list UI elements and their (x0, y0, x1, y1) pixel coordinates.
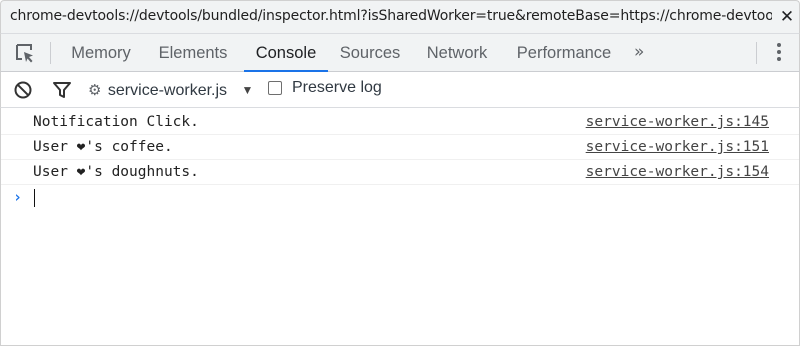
prompt-chevron-icon: › (13, 188, 23, 206)
dropdown-arrow-icon: ▼ (241, 83, 254, 97)
source-link[interactable]: service-worker.js:145 (586, 114, 769, 130)
more-tabs-button[interactable]: » (634, 34, 644, 72)
tabbar-divider (50, 42, 51, 64)
console-message: User ❤'s doughnuts. service-worker.js:15… (1, 160, 799, 185)
tab-memory[interactable]: Memory (60, 34, 142, 72)
clear-console-icon[interactable] (13, 80, 33, 100)
source-link[interactable]: service-worker.js:151 (586, 139, 769, 155)
message-text: Notification Click. (33, 114, 199, 130)
tab-sources[interactable]: Sources (332, 34, 408, 72)
devtools-tabbar: Memory Elements Console Sources Network … (0, 34, 800, 72)
filter-icon[interactable] (52, 80, 72, 100)
tabbar-divider (756, 42, 757, 64)
console-output: Notification Click. service-worker.js:14… (0, 108, 800, 346)
source-link[interactable]: service-worker.js:154 (586, 164, 769, 180)
window-url: chrome-devtools://devtools/bundled/inspe… (10, 8, 772, 24)
tab-elements[interactable]: Elements (148, 34, 238, 72)
message-text: User ❤'s coffee. (33, 139, 173, 155)
console-input[interactable] (34, 189, 35, 207)
window-titlebar: chrome-devtools://devtools/bundled/inspe… (0, 0, 800, 34)
console-message: User ❤'s coffee. service-worker.js:151 (1, 135, 799, 160)
tab-console[interactable]: Console (244, 34, 328, 72)
tab-network[interactable]: Network (415, 34, 499, 72)
message-text: User ❤'s doughnuts. (33, 164, 199, 180)
close-icon[interactable]: ✕ (779, 7, 795, 27)
preserve-log-label[interactable]: Preserve log (292, 78, 382, 98)
gear-icon: ⚙ (88, 82, 102, 99)
context-label: service-worker.js (107, 82, 228, 99)
tab-performance[interactable]: Performance (506, 34, 622, 72)
console-toolbar: ⚙ service-worker.js ▼ (0, 72, 800, 108)
console-message: Notification Click. service-worker.js:14… (1, 110, 799, 135)
element-picker-icon[interactable] (14, 42, 36, 64)
preserve-log-checkbox[interactable] (268, 81, 282, 95)
kebab-menu-icon[interactable] (773, 43, 785, 65)
execution-context-selector[interactable]: ⚙ service-worker.js ▼ (88, 78, 253, 102)
